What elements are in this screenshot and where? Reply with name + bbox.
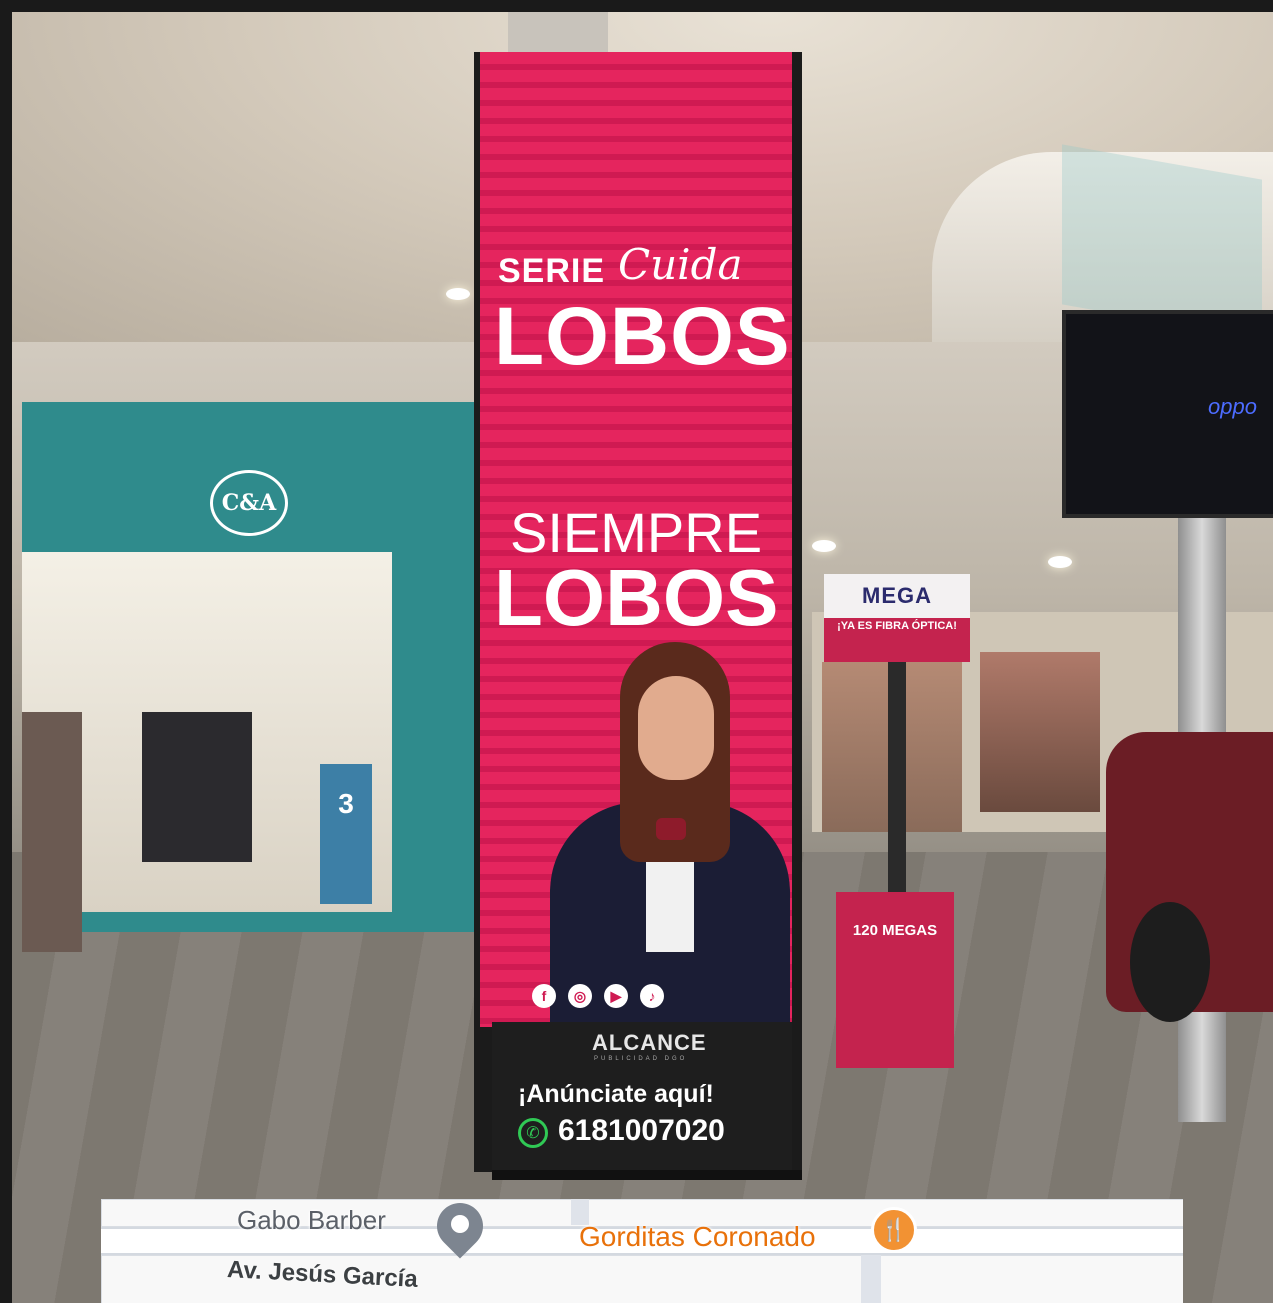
mega-pole bbox=[888, 662, 906, 902]
map-snippet[interactable]: Gabo Barber Gorditas Coronado 🍴 Av. Jesú… bbox=[101, 1199, 1183, 1303]
clothing-rack bbox=[142, 712, 252, 862]
place-gorditas-coronado[interactable]: Gorditas Coronado bbox=[579, 1221, 816, 1253]
mega-promo-text: 120 MEGAS bbox=[852, 922, 938, 939]
mall-photo: C&A 3 MEGA ¡YA ES FIBRA ÓPTICA! 120 MEGA… bbox=[12, 12, 1273, 1303]
facebook-icon: f bbox=[532, 984, 556, 1008]
youtube-icon: ▶ bbox=[604, 984, 628, 1008]
place-gabo-barber[interactable]: Gabo Barber bbox=[237, 1205, 386, 1236]
model-tie bbox=[656, 818, 686, 840]
model-face bbox=[638, 676, 714, 780]
shop-window bbox=[980, 652, 1100, 812]
mega-sign: MEGA ¡YA ES FIBRA ÓPTICA! bbox=[824, 574, 970, 662]
ca-logo: C&A bbox=[210, 470, 288, 536]
mega-promo-box: 120 MEGAS bbox=[836, 892, 954, 1068]
advertise-cta: ¡Anúnciate aquí! bbox=[518, 1080, 714, 1108]
ad-lobos-subtitle: LOBOS bbox=[494, 553, 779, 642]
ad-lobos-title: LOBOS bbox=[494, 291, 791, 382]
ceiling-light bbox=[1048, 556, 1072, 568]
place-pin-dot bbox=[451, 1215, 469, 1233]
ceiling-light bbox=[446, 288, 470, 300]
totem-base: ALCANCE PUBLICIDAD DGO ¡Anúnciate aquí! … bbox=[492, 1022, 792, 1172]
ceiling-light bbox=[812, 540, 836, 552]
tiktok-icon: ♪ bbox=[640, 984, 664, 1008]
instagram-icon: ◎ bbox=[568, 984, 592, 1008]
mega-tagline: ¡YA ES FIBRA ÓPTICA! bbox=[837, 620, 957, 632]
mega-logo: MEGA bbox=[824, 574, 970, 618]
ad-serie-text: SERIE bbox=[498, 252, 606, 290]
tv-brand: oppo bbox=[1208, 394, 1257, 419]
store-number-stand: 3 bbox=[320, 764, 372, 904]
totem-feet bbox=[492, 1170, 802, 1180]
photo-frame: C&A 3 MEGA ¡YA ES FIBRA ÓPTICA! 120 MEGA… bbox=[0, 0, 1273, 1303]
wall-tv: oppo bbox=[1062, 310, 1273, 518]
promo-banner bbox=[22, 712, 82, 952]
car-wheel bbox=[1130, 902, 1210, 1022]
contact-phone: 6181007020 bbox=[558, 1114, 725, 1147]
ad-cursive-text: Cuida bbox=[618, 240, 743, 289]
alcance-logo: ALCANCE bbox=[592, 1030, 707, 1055]
store-number: 3 bbox=[338, 788, 354, 819]
totem-screen: SERIE Cuida LOBOS SIEMPRE LOBOS f ◎ ▶ ♪ bbox=[480, 52, 792, 1027]
alcance-subtitle: PUBLICIDAD DGO bbox=[594, 1056, 688, 1062]
map-cross-street bbox=[861, 1255, 881, 1303]
restaurant-pin-icon[interactable]: 🍴 bbox=[871, 1207, 917, 1253]
ad-model bbox=[550, 642, 790, 1027]
whatsapp-icon: ✆ bbox=[518, 1118, 548, 1148]
